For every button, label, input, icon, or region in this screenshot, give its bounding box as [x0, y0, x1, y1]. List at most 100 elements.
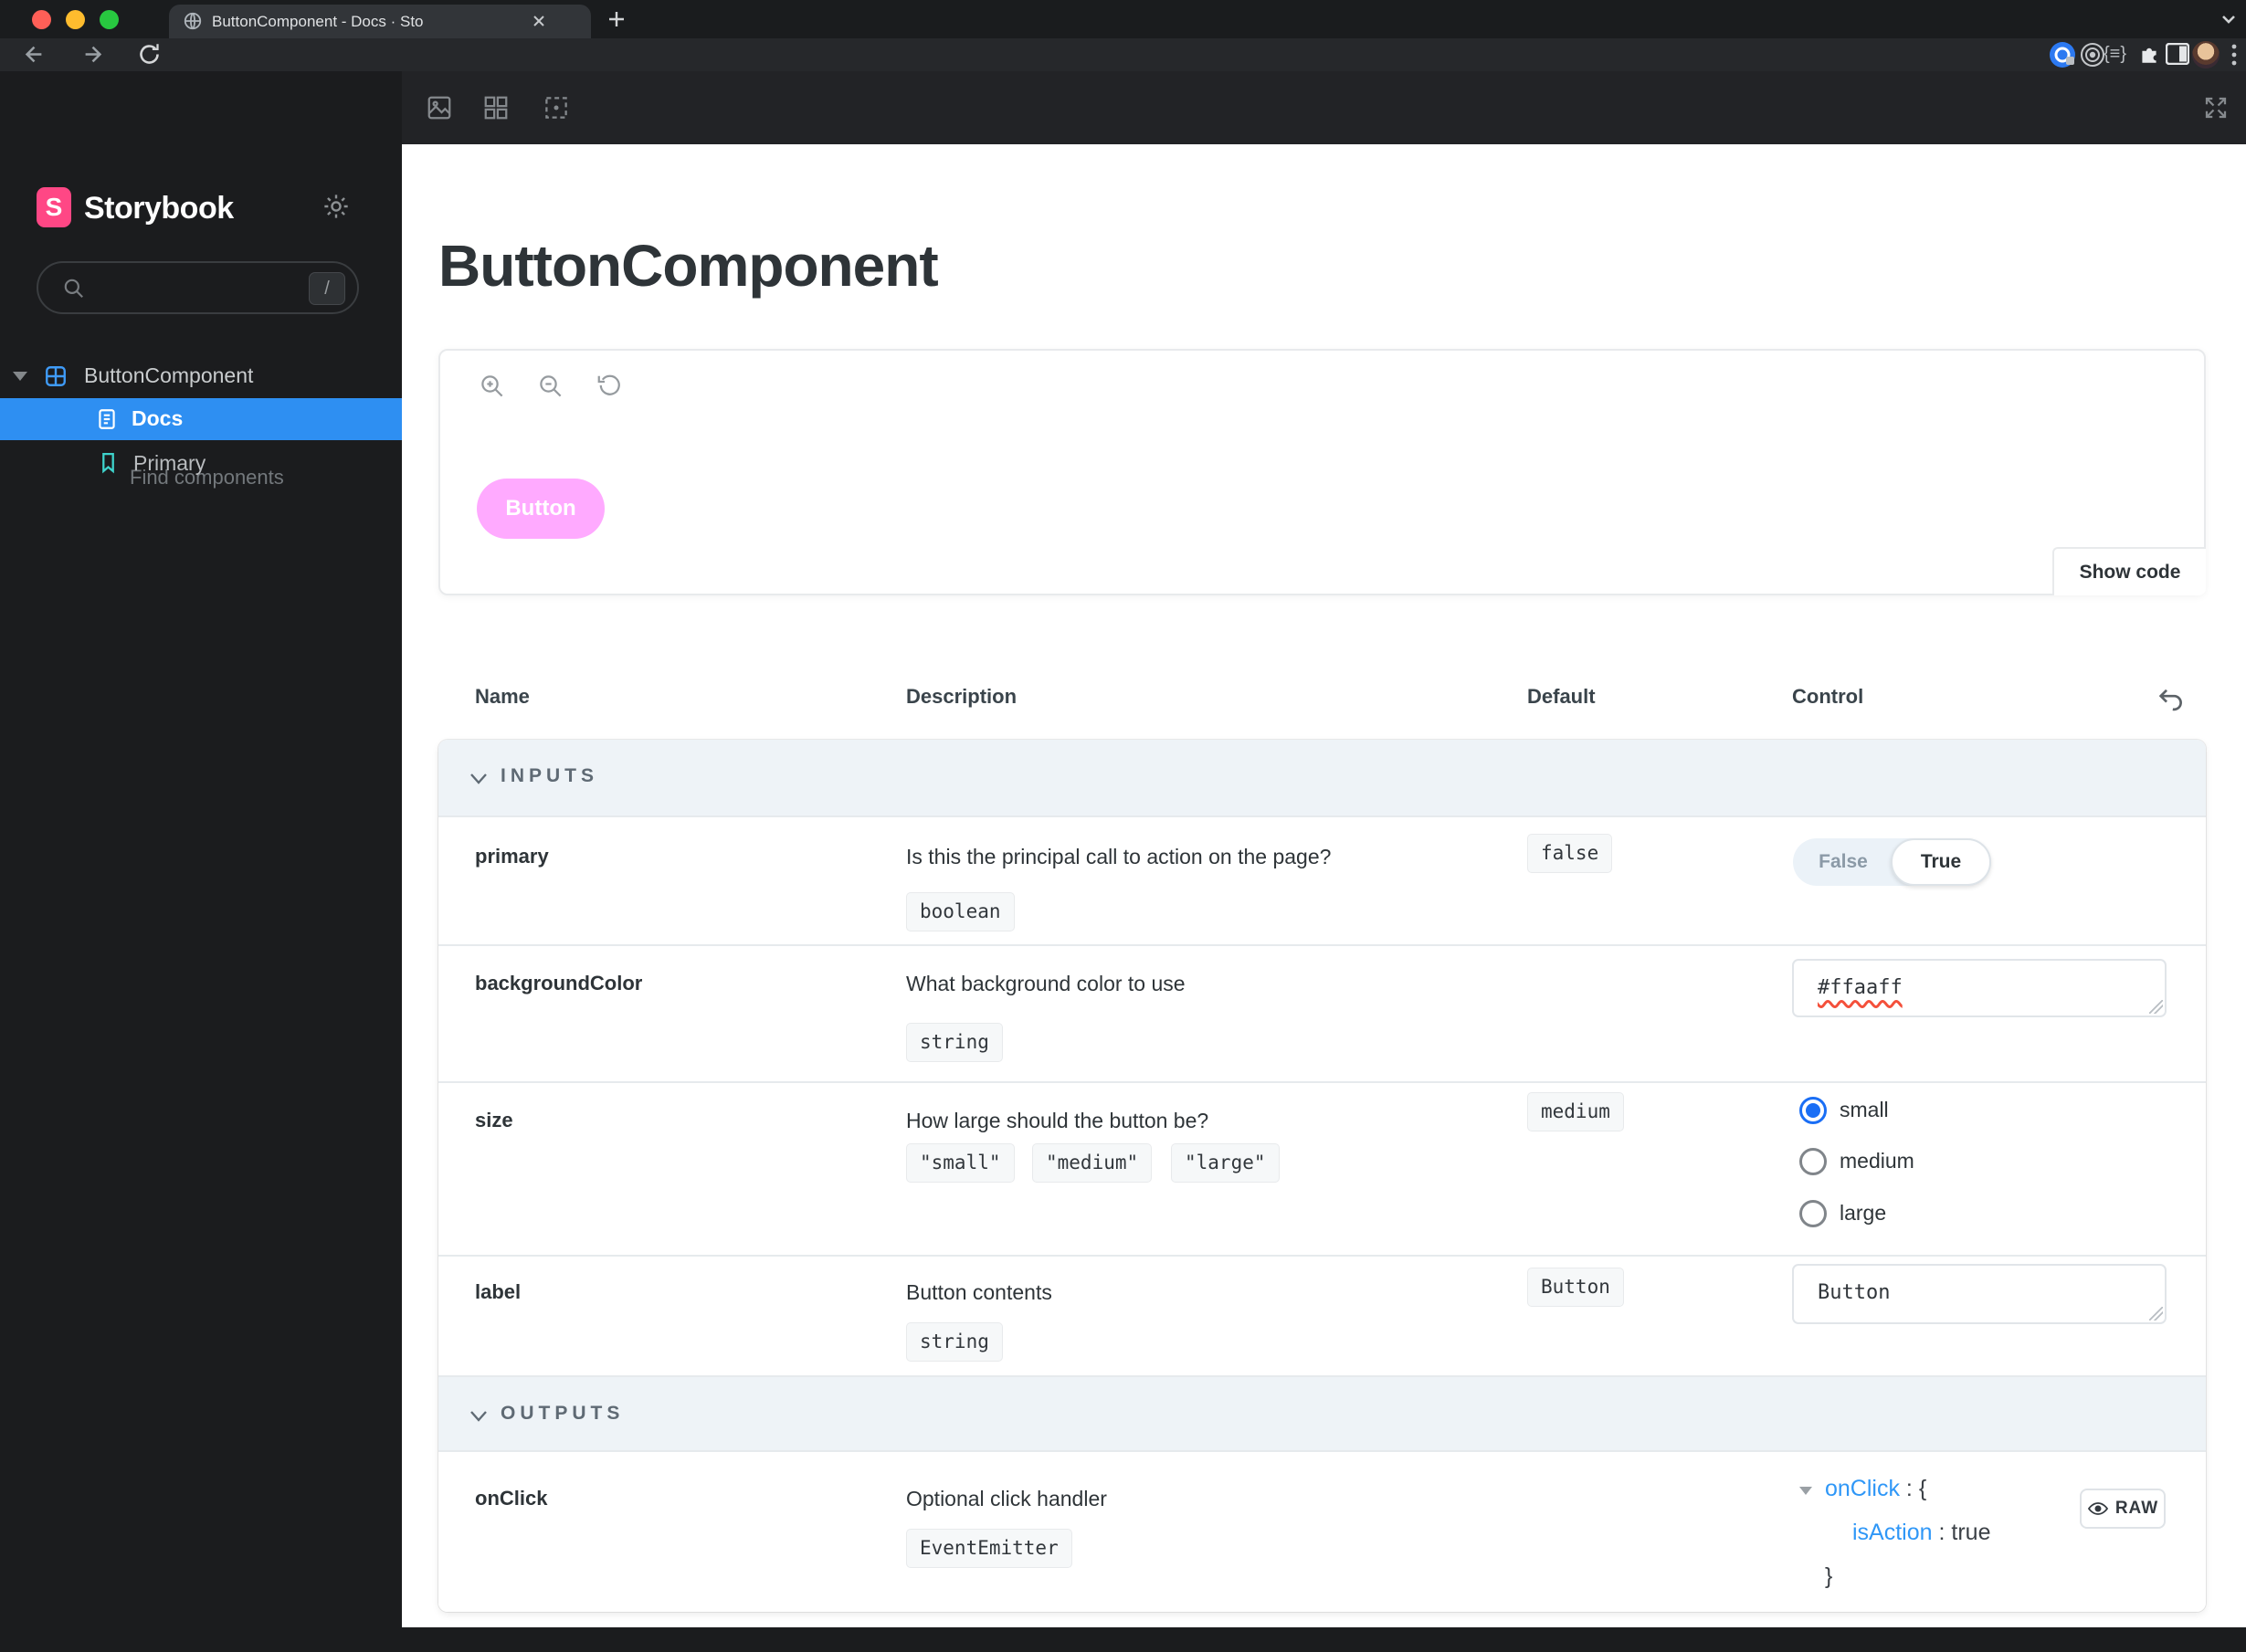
raw-toggle-button[interactable]: RAW	[2080, 1489, 2166, 1529]
arg-description: What background color to use	[906, 972, 1186, 995]
component-grid-icon	[44, 364, 68, 388]
tab-search-chevron-icon[interactable]	[2220, 11, 2238, 27]
storybook-brand: Storybook	[84, 191, 234, 226]
canvas-bottom-strip	[402, 1627, 2246, 1652]
sidebar-item-label: Docs	[132, 406, 184, 430]
section-label: OUTPUTS	[501, 1403, 625, 1424]
side-panel-icon[interactable]	[2166, 43, 2189, 65]
reset-controls-icon[interactable]	[2156, 683, 2187, 714]
new-tab-icon[interactable]	[606, 8, 627, 30]
label-text-input[interactable]: Button	[1792, 1264, 2167, 1324]
toggle-true-option[interactable]: True	[1891, 838, 1991, 886]
sidebar-item-primary[interactable]: Primary	[0, 442, 402, 484]
zoom-out-icon[interactable]	[537, 373, 564, 400]
backgroundcolor-text-input[interactable]: #ffaaff	[1792, 959, 2167, 1017]
grid-toggle-icon[interactable]	[482, 94, 510, 121]
object-tree-caret-icon[interactable]	[1799, 1487, 1812, 1495]
radio-small-label[interactable]: small	[1840, 1098, 1889, 1122]
story-bookmark-icon	[97, 451, 120, 474]
radio-large[interactable]	[1799, 1200, 1827, 1227]
back-icon[interactable]	[22, 42, 47, 67]
column-header-description: Description	[906, 685, 1018, 708]
gear-icon[interactable]	[322, 192, 351, 221]
measure-outline-icon[interactable]	[543, 94, 570, 121]
extensions-puzzle-icon[interactable]	[2137, 42, 2161, 66]
preview-button[interactable]: Button	[477, 479, 605, 539]
label-value: Button	[1818, 1281, 1891, 1304]
column-header-control: Control	[1792, 685, 1864, 708]
table-row-label: label Button contents string Button Butt…	[438, 1255, 2206, 1375]
arg-type-chip: "medium"	[1032, 1143, 1153, 1183]
search-icon	[62, 277, 86, 300]
arg-default-chip: false	[1527, 834, 1613, 873]
braces-extension-icon[interactable]: {≡}	[2104, 44, 2126, 65]
object-value: true	[1951, 1520, 1991, 1545]
reload-icon[interactable]	[137, 42, 162, 67]
table-row-size: size How large should the button be? "sm…	[438, 1081, 2206, 1255]
column-header-name: Name	[475, 685, 530, 708]
arg-default-chip: Button	[1527, 1268, 1624, 1307]
background-image-icon[interactable]	[426, 94, 453, 121]
browser-tab[interactable]: ButtonComponent - Docs · Sto	[169, 5, 591, 38]
object-tree-line1[interactable]: onClick : {	[1825, 1476, 1926, 1502]
fullscreen-icon[interactable]	[2202, 94, 2230, 121]
arg-type-chip: "large"	[1171, 1143, 1280, 1183]
sidebar-item-label: ButtonComponent	[84, 363, 254, 387]
sidebar-item-buttoncomponent[interactable]: ButtonComponent	[0, 356, 402, 396]
target-circles-icon[interactable]	[2079, 41, 2106, 68]
section-label: INPUTS	[501, 765, 599, 786]
object-tree-line3: }	[1825, 1563, 1833, 1589]
arg-description: Optional click handler	[906, 1487, 1107, 1510]
sidebar-item-docs[interactable]: Docs	[0, 398, 402, 440]
sidebar: S Storybook Find components / ButtonComp…	[0, 71, 402, 1652]
password-manager-icon[interactable]	[2049, 41, 2076, 68]
table-row-onclick: onClick Optional click handler EventEmit…	[438, 1450, 2206, 1612]
object-tree-line2[interactable]: isAction : true	[1825, 1520, 1991, 1546]
boolean-toggle[interactable]: False True	[1793, 838, 1991, 886]
chevron-down-icon[interactable]	[468, 771, 490, 787]
arg-type-chip: EventEmitter	[906, 1529, 1072, 1568]
arg-type-chip: boolean	[906, 892, 1015, 931]
column-header-default: Default	[1527, 685, 1596, 708]
backgroundcolor-value: #ffaaff	[1818, 976, 1903, 999]
radio-medium[interactable]	[1799, 1148, 1827, 1175]
storybook-logo: S	[37, 187, 71, 227]
arg-description: Button contents	[906, 1280, 1052, 1304]
arg-name: backgroundColor	[475, 972, 643, 994]
profile-avatar[interactable]	[2192, 41, 2220, 68]
radio-large-label[interactable]: large	[1840, 1201, 1886, 1226]
section-outputs[interactable]: OUTPUTS	[438, 1375, 2206, 1450]
table-row-backgroundcolor: backgroundColor What background color to…	[438, 944, 2206, 1081]
eye-icon	[2087, 1502, 2108, 1515]
toggle-false-option[interactable]: False	[1793, 838, 1893, 886]
search-input[interactable]: Find components /	[37, 261, 359, 489]
arg-description: Is this the principal call to action on …	[906, 845, 1332, 868]
caret-down-icon[interactable]	[13, 372, 27, 381]
arg-name: label	[475, 1280, 522, 1303]
object-key: isAction	[1852, 1520, 1933, 1545]
radio-small[interactable]	[1799, 1097, 1827, 1124]
arg-description: How large should the button be?	[906, 1109, 1209, 1132]
zoom-reset-icon[interactable]	[596, 373, 623, 400]
page-title: ButtonComponent	[438, 233, 939, 299]
object-punct: :	[1932, 1520, 1945, 1545]
tab-close-icon[interactable]	[530, 12, 548, 30]
window-zoom-button[interactable]	[100, 10, 119, 29]
arg-name: primary	[475, 845, 549, 868]
raw-label: RAW	[2114, 1499, 2159, 1518]
browser-menu-dots-icon[interactable]	[2229, 42, 2240, 68]
arg-type-chip: "small"	[906, 1143, 1015, 1183]
story-preview-card: Button Show code	[438, 349, 2206, 595]
forward-icon[interactable]	[80, 42, 105, 67]
radio-medium-label[interactable]: medium	[1840, 1149, 1914, 1173]
zoom-in-icon[interactable]	[479, 373, 506, 400]
show-code-button[interactable]: Show code	[2052, 547, 2206, 595]
section-inputs[interactable]: INPUTS	[438, 740, 2206, 815]
docs-file-icon	[95, 407, 119, 431]
arg-name: onClick	[475, 1487, 548, 1510]
arg-name: size	[475, 1109, 513, 1131]
window-close-button[interactable]	[32, 10, 51, 29]
chevron-down-icon[interactable]	[468, 1408, 490, 1425]
arg-type-chip: string	[906, 1023, 1003, 1062]
window-minimize-button[interactable]	[66, 10, 85, 29]
